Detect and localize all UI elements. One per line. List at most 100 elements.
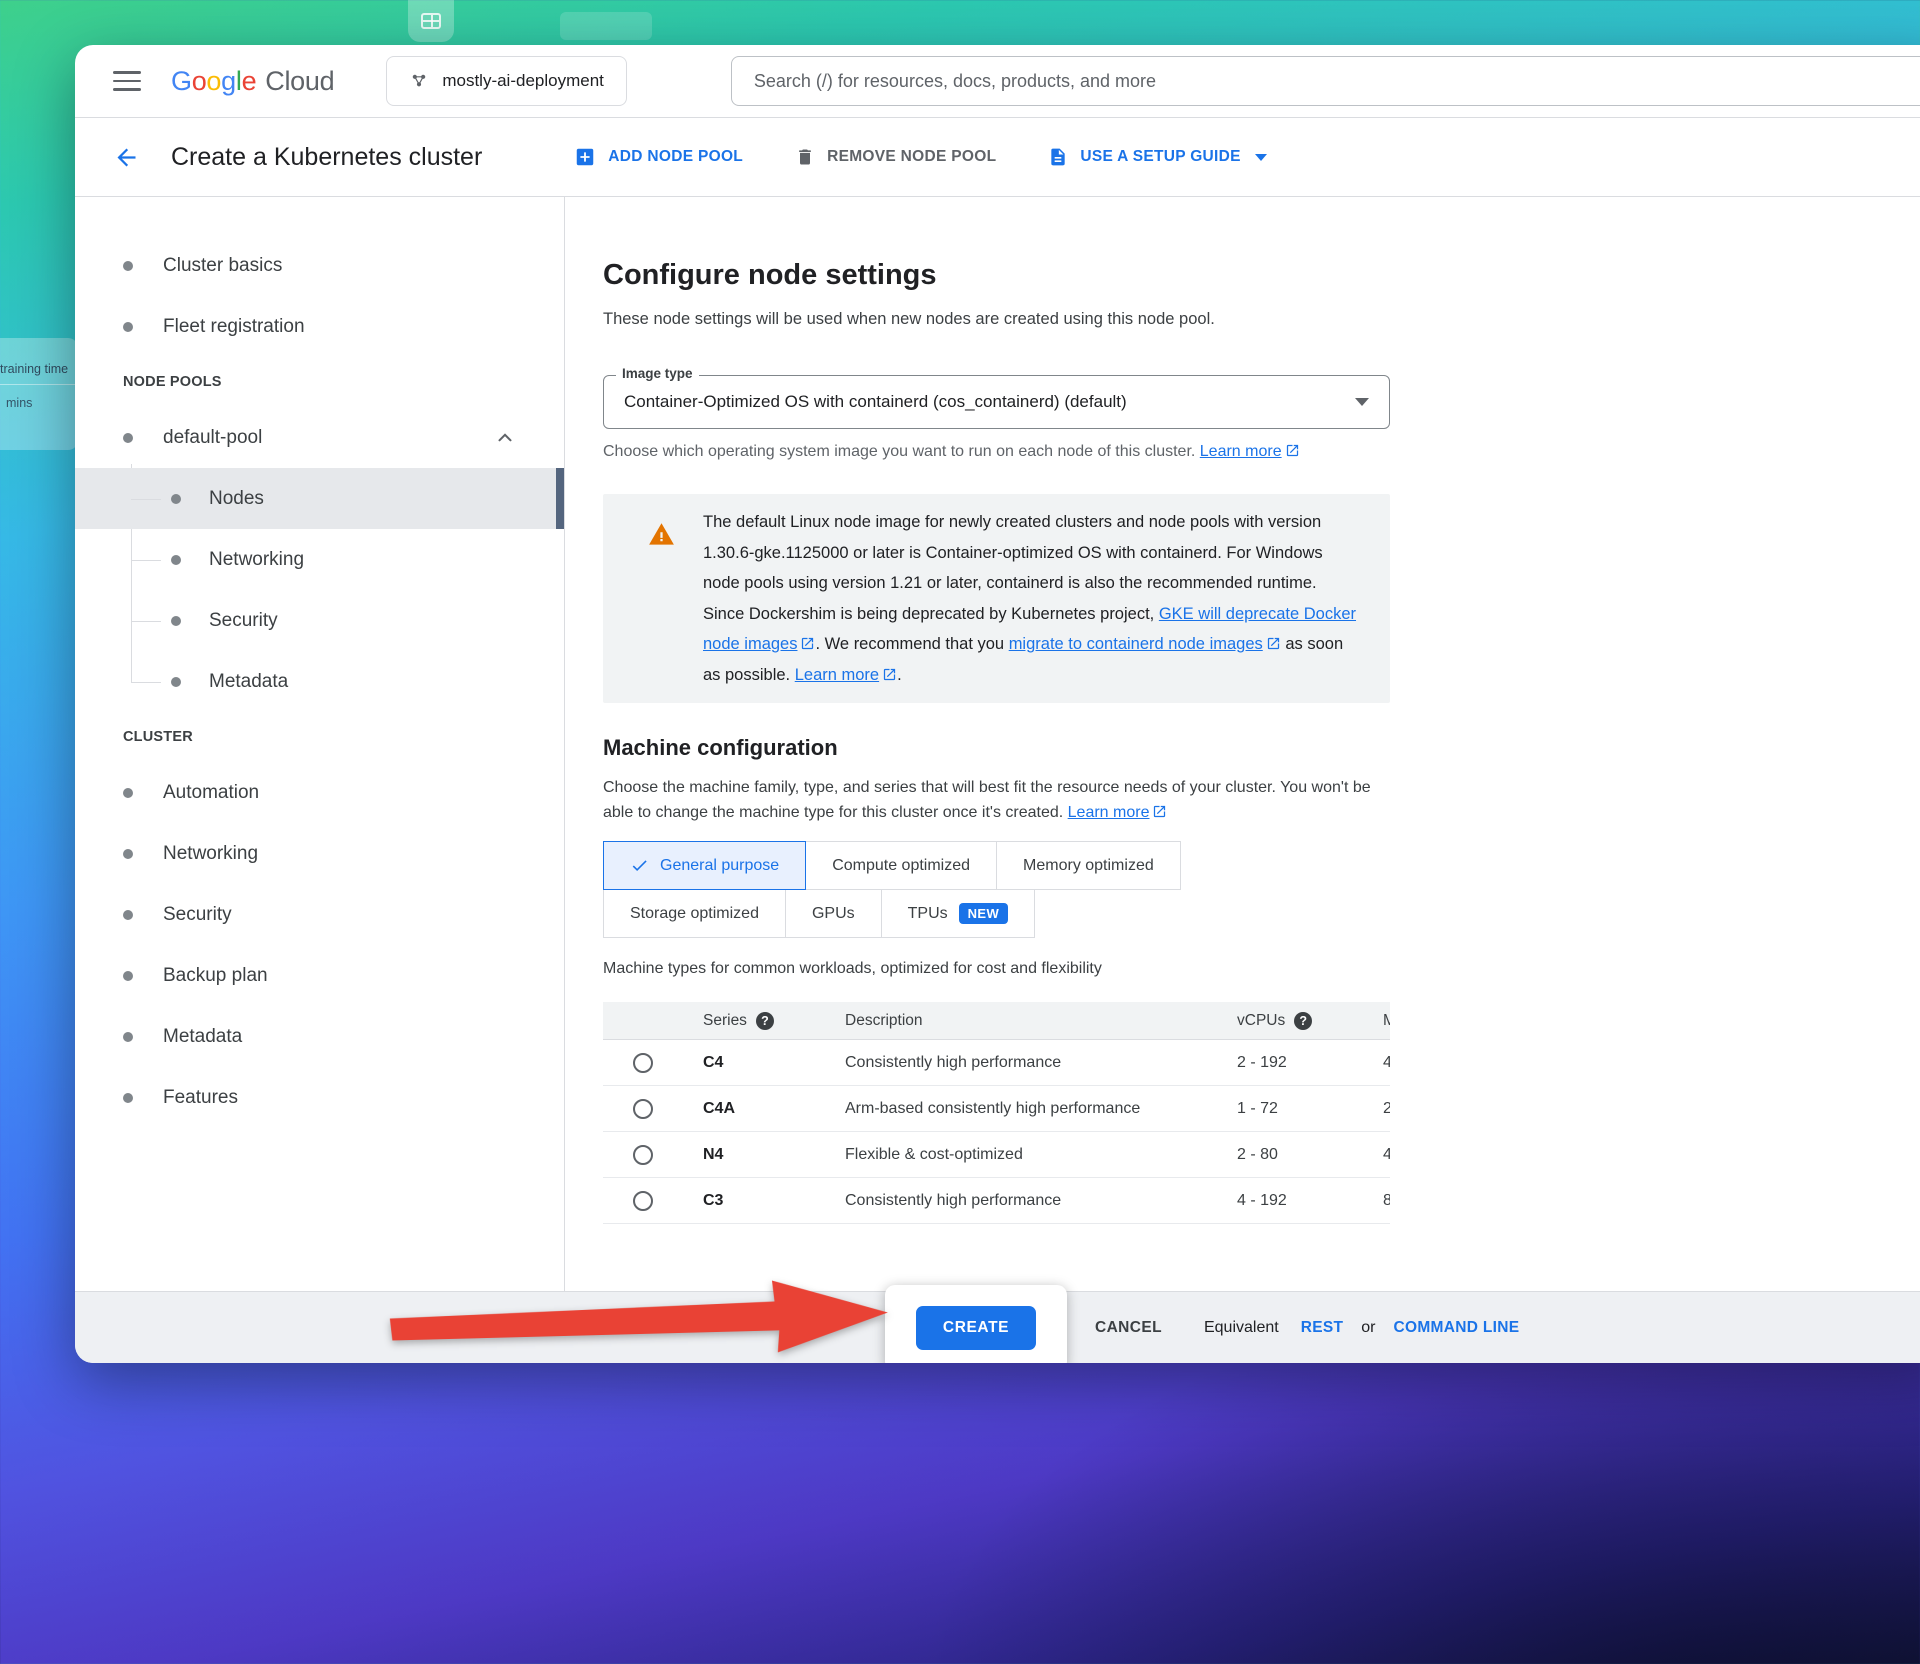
- cancel-button[interactable]: CANCEL: [1095, 1319, 1162, 1337]
- table-row-c3[interactable]: C3 Consistently high performance 4 - 192…: [603, 1178, 1390, 1224]
- warning-text: The default Linux node image for newly c…: [703, 507, 1362, 690]
- external-link-icon: [882, 667, 897, 682]
- memory-cell: 4: [1383, 1054, 1390, 1072]
- external-link-icon: [1285, 443, 1300, 458]
- sidebar-item-label: Cluster basics: [163, 255, 282, 277]
- project-selector[interactable]: mostly-ai-deployment: [386, 56, 627, 106]
- external-link-icon: [1266, 636, 1281, 651]
- sidebar-item-backup-plan[interactable]: Backup plan: [75, 945, 564, 1006]
- sidebar-item-pool-networking[interactable]: Networking: [75, 529, 564, 590]
- sidebar-item-label: Security: [163, 904, 232, 926]
- image-type-select[interactable]: Image type Container-Optimized OS with c…: [603, 375, 1390, 429]
- search-input[interactable]: [754, 71, 1908, 92]
- migrate-containerd-link[interactable]: migrate to containerd node images: [1009, 635, 1263, 653]
- page-title: Create a Kubernetes cluster: [171, 143, 482, 172]
- table-row-n4[interactable]: N4 Flexible & cost-optimized 2 - 80 4: [603, 1132, 1390, 1178]
- background-text-training-time: training time: [0, 362, 68, 376]
- tab-label: Compute optimized: [832, 857, 970, 875]
- check-icon: [630, 856, 649, 875]
- sidebar-item-automation[interactable]: Automation: [75, 762, 564, 823]
- warning-icon: [648, 521, 675, 548]
- table-row-c4[interactable]: C4 Consistently high performance 2 - 192…: [603, 1040, 1390, 1086]
- sidebar-item-nodes[interactable]: Nodes: [75, 468, 564, 529]
- step-bullet-icon: [171, 677, 181, 687]
- background-app-icon: [408, 0, 454, 42]
- sidebar-item-pool-metadata[interactable]: Metadata: [75, 651, 564, 712]
- radio-button[interactable]: [633, 1099, 653, 1119]
- description-cell: Arm-based consistently high performance: [845, 1100, 1237, 1118]
- create-button[interactable]: CREATE: [916, 1306, 1036, 1350]
- sidebar-section-cluster: CLUSTER: [75, 712, 564, 762]
- equivalent-label: Equivalent: [1204, 1319, 1279, 1337]
- step-bullet-icon: [171, 494, 181, 504]
- top-bar: Google Cloud mostly-ai-deployment: [75, 45, 1920, 118]
- series-cell: N4: [703, 1146, 845, 1164]
- step-bullet-icon: [123, 1093, 133, 1103]
- annotation-arrow-icon: [389, 1265, 891, 1378]
- radio-button[interactable]: [633, 1053, 653, 1073]
- tab-tpus[interactable]: TPUs NEW: [881, 889, 1036, 938]
- column-header-description: Description: [845, 1012, 923, 1030]
- step-bullet-icon: [123, 849, 133, 859]
- back-button[interactable]: [105, 136, 147, 178]
- warning-learn-more-link[interactable]: Learn more: [795, 666, 879, 684]
- help-icon[interactable]: ?: [756, 1012, 774, 1030]
- sidebar-item-label: Networking: [209, 549, 304, 571]
- image-type-helper: Choose which operating system image you …: [603, 439, 1390, 464]
- sidebar-item-default-pool[interactable]: default-pool: [75, 407, 564, 468]
- step-bullet-icon: [123, 433, 133, 443]
- command-line-link[interactable]: COMMAND LINE: [1393, 1319, 1519, 1337]
- sidebar-item-metadata[interactable]: Metadata: [75, 1006, 564, 1067]
- sidebar-item-security[interactable]: Security: [75, 884, 564, 945]
- tab-memory-optimized[interactable]: Memory optimized: [996, 841, 1181, 890]
- table-row-c4a[interactable]: C4A Arm-based consistently high performa…: [603, 1086, 1390, 1132]
- external-link-icon: [800, 636, 815, 651]
- tab-general-purpose[interactable]: General purpose: [603, 841, 806, 890]
- rest-link[interactable]: REST: [1301, 1319, 1344, 1337]
- use-setup-guide-button[interactable]: USE A SETUP GUIDE: [1048, 147, 1266, 167]
- tab-gpus[interactable]: GPUs: [785, 889, 882, 938]
- step-bullet-icon: [123, 322, 133, 332]
- radio-button[interactable]: [633, 1191, 653, 1211]
- or-label: or: [1361, 1319, 1375, 1337]
- sidebar-item-fleet-registration[interactable]: Fleet registration: [75, 296, 564, 357]
- main-content: Configure node settings These node setti…: [565, 197, 1920, 1291]
- background-text-mins: mins: [6, 396, 32, 410]
- help-icon[interactable]: ?: [1294, 1012, 1312, 1030]
- vcpus-cell: 4 - 192: [1237, 1192, 1383, 1210]
- tab-storage-optimized[interactable]: Storage optimized: [603, 889, 786, 938]
- sidebar-item-networking[interactable]: Networking: [75, 823, 564, 884]
- step-bullet-icon: [123, 971, 133, 981]
- sidebar-scrollbar-thumb[interactable]: [556, 468, 564, 529]
- machine-configuration-description: Choose the machine family, type, and ser…: [603, 775, 1390, 825]
- google-cloud-logo: Google Cloud: [171, 66, 334, 97]
- menu-icon[interactable]: [113, 71, 141, 91]
- new-badge: NEW: [959, 903, 1009, 924]
- remove-node-pool-button[interactable]: REMOVE NODE POOL: [795, 147, 996, 167]
- add-node-pool-label: ADD NODE POOL: [608, 148, 743, 166]
- logo-letter: o: [192, 66, 207, 97]
- logo-letter: G: [171, 66, 192, 97]
- sidebar-item-label: Backup plan: [163, 965, 268, 987]
- machine-learn-more-link[interactable]: Learn more: [1068, 804, 1150, 821]
- sidebar-item-label: Networking: [163, 843, 258, 865]
- sidebar-item-label: Fleet registration: [163, 316, 305, 338]
- sidebar-item-features[interactable]: Features: [75, 1067, 564, 1128]
- background-panel: training time mins: [0, 338, 78, 450]
- tab-compute-optimized[interactable]: Compute optimized: [805, 841, 997, 890]
- radio-button[interactable]: [633, 1145, 653, 1165]
- table-header-row: Series? Description vCPUs? M: [603, 1002, 1390, 1040]
- warning-banner: The default Linux node image for newly c…: [603, 494, 1390, 703]
- sidebar-item-pool-security[interactable]: Security: [75, 590, 564, 651]
- learn-more-link[interactable]: Learn more: [1200, 443, 1282, 460]
- sidebar-item-cluster-basics[interactable]: Cluster basics: [75, 235, 564, 296]
- sidebar-item-label: Automation: [163, 782, 259, 804]
- step-bullet-icon: [123, 1032, 133, 1042]
- warning-text-segment: .: [897, 666, 902, 684]
- use-setup-guide-label: USE A SETUP GUIDE: [1080, 148, 1240, 166]
- sidebar-item-label: Nodes: [209, 488, 264, 510]
- add-node-pool-button[interactable]: ADD NODE POOL: [574, 146, 743, 168]
- background-chip: [560, 12, 652, 40]
- external-link-icon: [1152, 804, 1167, 819]
- section-subtitle: These node settings will be used when ne…: [603, 310, 1390, 329]
